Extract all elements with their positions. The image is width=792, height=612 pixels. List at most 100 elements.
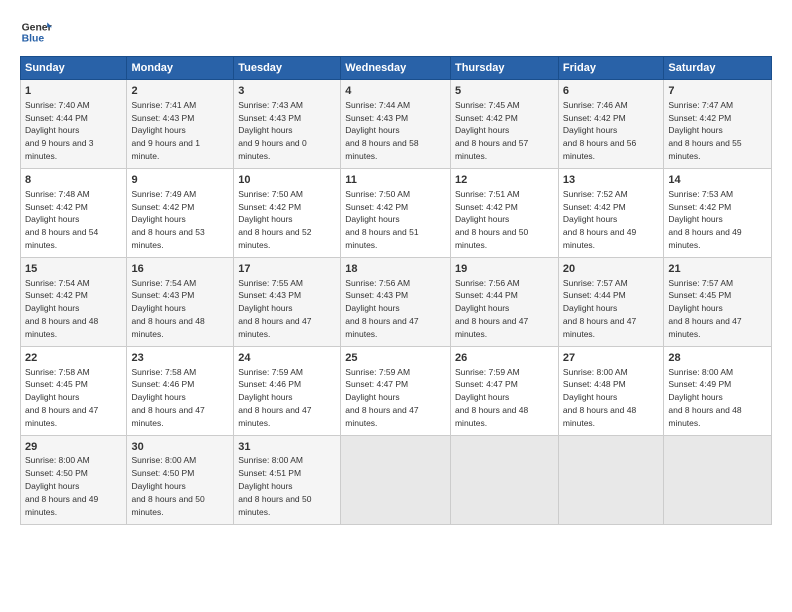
- day-number: 2: [131, 84, 229, 99]
- day-number: 17: [238, 262, 336, 277]
- day-info: Sunrise: 7:44 AMSunset: 4:43 PMDaylight …: [345, 100, 418, 161]
- day-info: Sunrise: 7:58 AMSunset: 4:45 PMDaylight …: [25, 367, 98, 428]
- day-number: 7: [668, 84, 767, 99]
- calendar-cell: 6Sunrise: 7:46 AMSunset: 4:42 PMDaylight…: [558, 80, 663, 169]
- logo-icon: General Blue: [20, 16, 52, 48]
- day-info: Sunrise: 7:57 AMSunset: 4:44 PMDaylight …: [563, 278, 636, 339]
- calendar-cell: 9Sunrise: 7:49 AMSunset: 4:42 PMDaylight…: [127, 168, 234, 257]
- day-number: 10: [238, 173, 336, 188]
- day-info: Sunrise: 7:49 AMSunset: 4:42 PMDaylight …: [131, 189, 204, 250]
- calendar-cell: [450, 435, 558, 524]
- calendar-cell: 14Sunrise: 7:53 AMSunset: 4:42 PMDayligh…: [664, 168, 772, 257]
- day-info: Sunrise: 7:43 AMSunset: 4:43 PMDaylight …: [238, 100, 307, 161]
- day-number: 6: [563, 84, 659, 99]
- col-header-thursday: Thursday: [450, 57, 558, 80]
- calendar-cell: 31Sunrise: 8:00 AMSunset: 4:51 PMDayligh…: [234, 435, 341, 524]
- logo: General Blue: [20, 16, 52, 48]
- day-info: Sunrise: 7:58 AMSunset: 4:46 PMDaylight …: [131, 367, 204, 428]
- day-number: 3: [238, 84, 336, 99]
- week-row-4: 22Sunrise: 7:58 AMSunset: 4:45 PMDayligh…: [21, 346, 772, 435]
- day-info: Sunrise: 8:00 AMSunset: 4:50 PMDaylight …: [131, 455, 204, 516]
- calendar-cell: 20Sunrise: 7:57 AMSunset: 4:44 PMDayligh…: [558, 257, 663, 346]
- calendar-cell: 7Sunrise: 7:47 AMSunset: 4:42 PMDaylight…: [664, 80, 772, 169]
- day-number: 1: [25, 84, 122, 99]
- day-info: Sunrise: 7:53 AMSunset: 4:42 PMDaylight …: [668, 189, 741, 250]
- day-number: 26: [455, 351, 554, 366]
- day-info: Sunrise: 7:54 AMSunset: 4:42 PMDaylight …: [25, 278, 98, 339]
- header: General Blue: [20, 16, 772, 48]
- day-info: Sunrise: 7:57 AMSunset: 4:45 PMDaylight …: [668, 278, 741, 339]
- calendar-cell: 17Sunrise: 7:55 AMSunset: 4:43 PMDayligh…: [234, 257, 341, 346]
- day-number: 14: [668, 173, 767, 188]
- day-info: Sunrise: 7:46 AMSunset: 4:42 PMDaylight …: [563, 100, 636, 161]
- calendar-cell: 23Sunrise: 7:58 AMSunset: 4:46 PMDayligh…: [127, 346, 234, 435]
- day-number: 29: [25, 440, 122, 455]
- day-info: Sunrise: 7:47 AMSunset: 4:42 PMDaylight …: [668, 100, 741, 161]
- day-info: Sunrise: 7:56 AMSunset: 4:43 PMDaylight …: [345, 278, 418, 339]
- day-number: 23: [131, 351, 229, 366]
- calendar-cell: 5Sunrise: 7:45 AMSunset: 4:42 PMDaylight…: [450, 80, 558, 169]
- day-number: 18: [345, 262, 446, 277]
- week-row-5: 29 Sunrise: 8:00 AMSunset: 4:50 PMDayligh…: [21, 435, 772, 524]
- calendar-cell: 3Sunrise: 7:43 AMSunset: 4:43 PMDaylight…: [234, 80, 341, 169]
- day-info: Sunrise: 7:59 AMSunset: 4:46 PMDaylight …: [238, 367, 311, 428]
- col-header-tuesday: Tuesday: [234, 57, 341, 80]
- calendar-cell: 26Sunrise: 7:59 AMSunset: 4:47 PMDayligh…: [450, 346, 558, 435]
- calendar-cell: 22Sunrise: 7:58 AMSunset: 4:45 PMDayligh…: [21, 346, 127, 435]
- day-number: 16: [131, 262, 229, 277]
- day-number: 28: [668, 351, 767, 366]
- calendar-cell: 18Sunrise: 7:56 AMSunset: 4:43 PMDayligh…: [341, 257, 451, 346]
- calendar-cell: 8Sunrise: 7:48 AMSunset: 4:42 PMDaylight…: [21, 168, 127, 257]
- week-row-3: 15Sunrise: 7:54 AMSunset: 4:42 PMDayligh…: [21, 257, 772, 346]
- week-row-2: 8Sunrise: 7:48 AMSunset: 4:42 PMDaylight…: [21, 168, 772, 257]
- day-info: Sunrise: 7:56 AMSunset: 4:44 PMDaylight …: [455, 278, 528, 339]
- day-number: 8: [25, 173, 122, 188]
- calendar-cell: 16Sunrise: 7:54 AMSunset: 4:43 PMDayligh…: [127, 257, 234, 346]
- day-number: 22: [25, 351, 122, 366]
- calendar-cell: [558, 435, 663, 524]
- calendar-cell: [341, 435, 451, 524]
- day-number: 20: [563, 262, 659, 277]
- calendar-cell: 4Sunrise: 7:44 AMSunset: 4:43 PMDaylight…: [341, 80, 451, 169]
- day-number: 5: [455, 84, 554, 99]
- calendar-cell: 15Sunrise: 7:54 AMSunset: 4:42 PMDayligh…: [21, 257, 127, 346]
- col-header-friday: Friday: [558, 57, 663, 80]
- calendar-table: SundayMondayTuesdayWednesdayThursdayFrid…: [20, 56, 772, 525]
- calendar-cell: 24Sunrise: 7:59 AMSunset: 4:46 PMDayligh…: [234, 346, 341, 435]
- day-number: 13: [563, 173, 659, 188]
- day-number: 25: [345, 351, 446, 366]
- calendar-cell: 19Sunrise: 7:56 AMSunset: 4:44 PMDayligh…: [450, 257, 558, 346]
- week-row-1: 1Sunrise: 7:40 AMSunset: 4:44 PMDaylight…: [21, 80, 772, 169]
- day-number: 21: [668, 262, 767, 277]
- calendar-cell: 25Sunrise: 7:59 AMSunset: 4:47 PMDayligh…: [341, 346, 451, 435]
- day-number: 4: [345, 84, 446, 99]
- day-number: 15: [25, 262, 122, 277]
- day-info: Sunrise: 7:50 AMSunset: 4:42 PMDaylight …: [238, 189, 311, 250]
- calendar-cell: 2Sunrise: 7:41 AMSunset: 4:43 PMDaylight…: [127, 80, 234, 169]
- calendar-cell: 29Sunrise: 8:00 AMSunset: 4:50 PMDayligh…: [21, 435, 127, 524]
- day-number: 24: [238, 351, 336, 366]
- day-info: Sunrise: 7:52 AMSunset: 4:42 PMDaylight …: [563, 189, 636, 250]
- day-info: Sunrise: 7:55 AMSunset: 4:43 PMDaylight …: [238, 278, 311, 339]
- calendar-cell: 13Sunrise: 7:52 AMSunset: 4:42 PMDayligh…: [558, 168, 663, 257]
- col-header-monday: Monday: [127, 57, 234, 80]
- calendar-cell: 28Sunrise: 8:00 AMSunset: 4:49 PMDayligh…: [664, 346, 772, 435]
- day-number: 19: [455, 262, 554, 277]
- calendar-cell: 27Sunrise: 8:00 AMSunset: 4:48 PMDayligh…: [558, 346, 663, 435]
- calendar-cell: 30Sunrise: 8:00 AMSunset: 4:50 PMDayligh…: [127, 435, 234, 524]
- day-info: Sunrise: 7:59 AMSunset: 4:47 PMDaylight …: [455, 367, 528, 428]
- calendar-cell: 11Sunrise: 7:50 AMSunset: 4:42 PMDayligh…: [341, 168, 451, 257]
- day-number: 30: [131, 440, 229, 455]
- day-info: Sunrise: 8:00 AMSunset: 4:48 PMDaylight …: [563, 367, 636, 428]
- day-number: 9: [131, 173, 229, 188]
- day-number: 12: [455, 173, 554, 188]
- header-row: SundayMondayTuesdayWednesdayThursdayFrid…: [21, 57, 772, 80]
- day-info: Sunrise: 7:51 AMSunset: 4:42 PMDaylight …: [455, 189, 528, 250]
- calendar-page: General Blue SundayMondayTuesdayWednesda…: [0, 0, 792, 612]
- col-header-wednesday: Wednesday: [341, 57, 451, 80]
- day-number: 31: [238, 440, 336, 455]
- calendar-cell: 12Sunrise: 7:51 AMSunset: 4:42 PMDayligh…: [450, 168, 558, 257]
- day-info: Sunrise: 7:59 AMSunset: 4:47 PMDaylight …: [345, 367, 418, 428]
- day-info: Sunrise: 7:41 AMSunset: 4:43 PMDaylight …: [131, 100, 200, 161]
- svg-text:Blue: Blue: [22, 34, 45, 45]
